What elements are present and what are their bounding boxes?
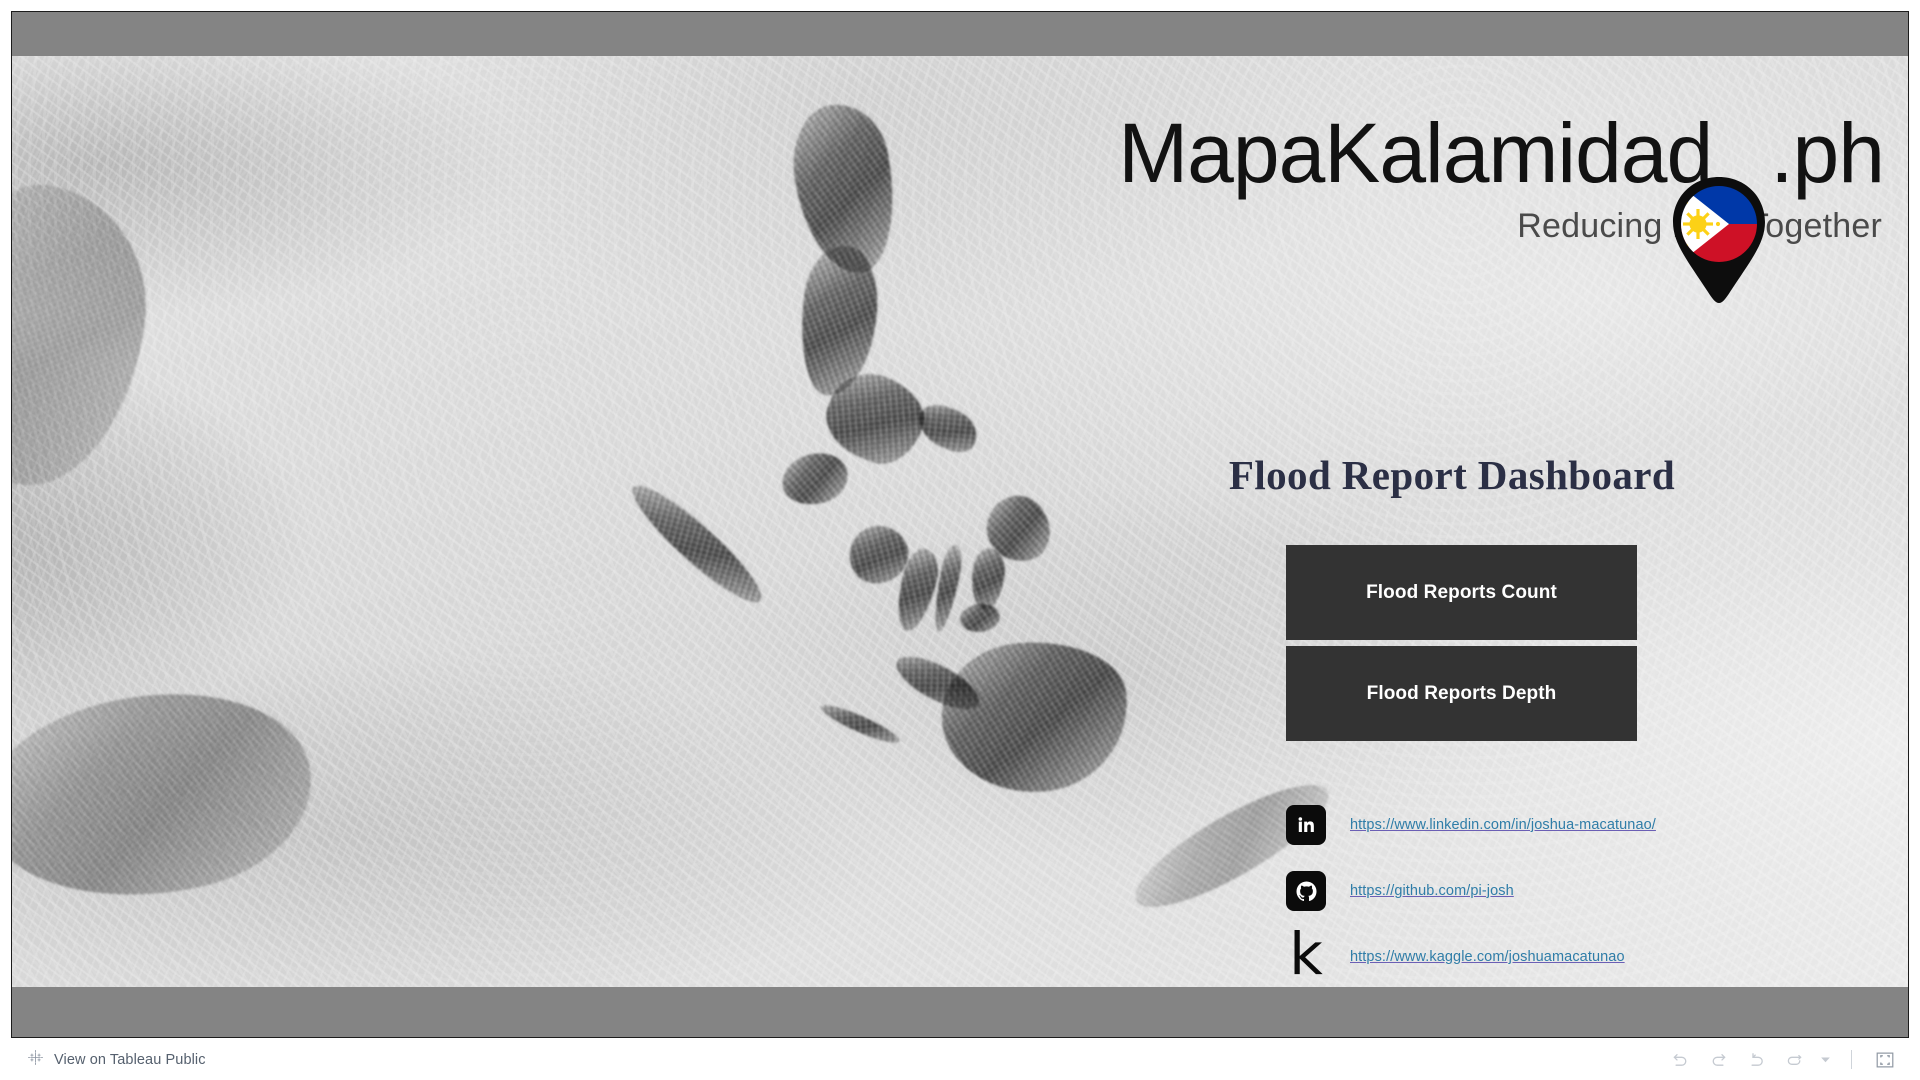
revert-button[interactable] xyxy=(1739,1045,1773,1075)
undo-button[interactable] xyxy=(1663,1045,1697,1075)
linkedin-icon[interactable] xyxy=(1286,805,1326,845)
tableau-embed-container: MapaKalamidad.ph Reducing Risk Together xyxy=(0,0,1920,1080)
flood-reports-count-button[interactable]: Flood Reports Count xyxy=(1286,545,1637,640)
dashboard-canvas: MapaKalamidad.ph Reducing Risk Together xyxy=(12,56,1908,987)
redo-button[interactable] xyxy=(1701,1045,1735,1075)
toolbar-divider xyxy=(1851,1050,1852,1069)
github-icon[interactable] xyxy=(1286,871,1326,911)
landmass-borneo-fringe xyxy=(12,663,330,929)
social-link-linkedin[interactable]: https://www.linkedin.com/in/joshua-macat… xyxy=(1286,792,1846,858)
tableau-logo-icon xyxy=(26,1048,45,1072)
dashboard-nav-buttons: Flood Reports Count Flood Reports Depth xyxy=(1286,545,1637,741)
viz-frame: MapaKalamidad.ph Reducing Risk Together xyxy=(11,11,1909,1038)
island-sulu-archipelago xyxy=(817,699,903,749)
landmass-indochina-fringe xyxy=(12,173,162,499)
social-link-github[interactable]: https://github.com/pi-josh xyxy=(1286,858,1846,924)
island-mindanao xyxy=(935,634,1135,800)
tableau-toolbar: View on Tableau Public xyxy=(0,1039,1920,1080)
island-mindoro xyxy=(776,446,854,512)
linkedin-url[interactable]: https://www.linkedin.com/in/joshua-macat… xyxy=(1350,817,1656,833)
logo-wordmark-main: MapaKalamidad xyxy=(1118,106,1713,200)
toolbar-controls xyxy=(1663,1045,1902,1075)
social-link-kaggle[interactable]: k https://www.kaggle.com/joshuamacatunao xyxy=(1286,924,1846,987)
kaggle-icon[interactable]: k xyxy=(1286,925,1326,983)
island-bicol xyxy=(911,394,985,462)
island-leyte xyxy=(968,546,1008,612)
fullscreen-icon xyxy=(1876,1052,1894,1067)
logo-wordmark-tld: .ph xyxy=(1770,106,1885,200)
share-dropdown-button[interactable] xyxy=(1815,1045,1835,1075)
page-title: Flood Report Dashboard xyxy=(1228,452,1676,498)
view-on-tableau-public-label: View on Tableau Public xyxy=(54,1051,206,1068)
island-palawan xyxy=(621,473,773,615)
fullscreen-button[interactable] xyxy=(1868,1045,1902,1075)
kaggle-url[interactable]: https://www.kaggle.com/joshuamacatunao xyxy=(1350,949,1625,965)
viz-top-band xyxy=(12,12,1908,56)
viz-bottom-band xyxy=(12,987,1908,1037)
philippine-flag-map-pin-icon xyxy=(1667,174,1771,306)
refresh-button[interactable] xyxy=(1777,1045,1811,1075)
github-url[interactable]: https://github.com/pi-josh xyxy=(1350,883,1514,899)
chevron-down-icon xyxy=(1820,1057,1830,1063)
flood-reports-depth-button[interactable]: Flood Reports Depth xyxy=(1286,646,1637,741)
social-links-list: https://www.linkedin.com/in/joshua-macat… xyxy=(1286,792,1846,987)
view-on-tableau-public-button[interactable]: View on Tableau Public xyxy=(26,1048,206,1072)
